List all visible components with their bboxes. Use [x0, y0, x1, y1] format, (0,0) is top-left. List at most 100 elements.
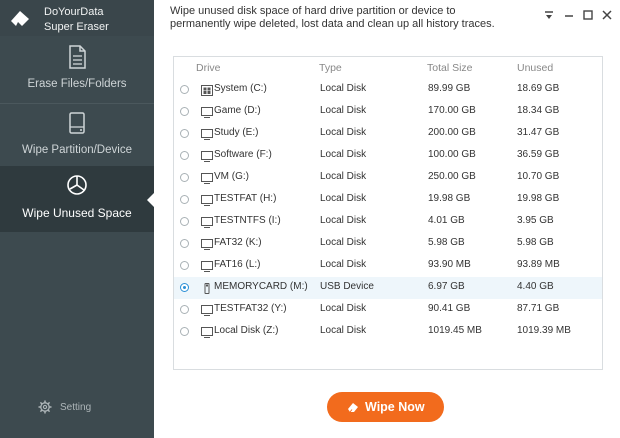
drive-name: FAT16 (L:): [214, 259, 261, 270]
app-name-line2: Super Eraser: [44, 21, 109, 33]
drive-total-size: 100.00 GB: [428, 149, 476, 160]
drive-total-size: 200.00 GB: [428, 127, 476, 138]
drive-name: MEMORYCARD (M:): [214, 281, 308, 292]
drive-unused-size: 10.70 GB: [517, 171, 560, 182]
drive-list-panel: Drive Type Total Size Unused System (C:)…: [173, 56, 603, 370]
drive-name: TESTFAT (H:): [214, 193, 277, 204]
drive-icon: [201, 107, 213, 118]
drive-total-size: 1019.45 MB: [428, 325, 482, 336]
drive-radio[interactable]: [180, 151, 189, 160]
setting-label: Setting: [60, 402, 92, 413]
table-row[interactable]: TESTFAT32 (Y:) Local Disk 90.41 GB 87.71 GB: [174, 299, 602, 321]
wipe-now-label: Wipe Now: [365, 400, 425, 414]
drive-radio[interactable]: [180, 283, 189, 292]
drive-name: TESTNTFS (I:): [214, 215, 281, 226]
drive-name: Game (D:): [214, 105, 261, 116]
drive-type: Local Disk: [320, 105, 367, 116]
page-description: Wipe unused disk space of hard drive par…: [170, 5, 495, 30]
table-row[interactable]: TESTNTFS (I:) Local Disk 4.01 GB 3.95 GB: [174, 211, 602, 233]
header-unused: Unused: [517, 62, 554, 74]
drive-name: Study (E:): [214, 127, 259, 138]
header-total-size: Total Size: [427, 62, 473, 74]
wipe-now-button[interactable]: Wipe Now: [327, 392, 444, 422]
drive-radio[interactable]: [180, 305, 189, 314]
drive-radio[interactable]: [180, 129, 189, 138]
drive-radio[interactable]: [180, 239, 189, 248]
drive-icon: [201, 261, 213, 272]
drive-icon: [201, 327, 213, 338]
drive-type: Local Disk: [320, 325, 367, 336]
table-row[interactable]: VM (G:) Local Disk 250.00 GB 10.70 GB: [174, 167, 602, 189]
drive-total-size: 89.99 GB: [428, 83, 471, 94]
drive-unused-size: 31.47 GB: [517, 127, 560, 138]
drive-total-size: 6.97 GB: [428, 281, 465, 292]
drive-radio[interactable]: [180, 261, 189, 270]
drive-name: TESTFAT32 (Y:): [214, 303, 287, 314]
drive-icon: [201, 305, 213, 316]
drive-radio[interactable]: [180, 85, 189, 94]
nav-wipe-unused-space[interactable]: Wipe Unused Space: [0, 166, 155, 232]
drive-icon: [201, 151, 213, 162]
table-row[interactable]: Game (D:) Local Disk 170.00 GB 18.34 GB: [174, 101, 602, 123]
drive-type: Local Disk: [320, 237, 367, 248]
app-name: DoYourData Super Eraser: [44, 5, 109, 35]
header-drive: Drive: [196, 62, 221, 74]
table-row[interactable]: FAT32 (K:) Local Disk 5.98 GB 5.98 GB: [174, 233, 602, 255]
drive-unused-size: 18.69 GB: [517, 83, 560, 94]
header-type: Type: [319, 62, 342, 74]
close-icon[interactable]: [600, 8, 614, 22]
system-drive-icon: [201, 85, 213, 96]
dropdown-menu-icon[interactable]: [542, 8, 556, 22]
drive-total-size: 250.00 GB: [428, 171, 476, 182]
drive-total-size: 19.98 GB: [428, 193, 471, 204]
minimize-icon[interactable]: [562, 8, 576, 22]
gear-icon: [38, 400, 52, 414]
table-row[interactable]: System (C:) Local Disk 89.99 GB 18.69 GB: [174, 79, 602, 101]
hard-drive-icon: [69, 112, 85, 134]
drive-name: Local Disk (Z:): [214, 325, 279, 336]
app-name-line1: DoYourData: [44, 6, 104, 18]
drive-radio[interactable]: [180, 195, 189, 204]
drive-icon: [201, 239, 213, 250]
table-row[interactable]: MEMORYCARD (M:) USB Device 6.97 GB 4.40 GB: [174, 277, 602, 299]
drive-total-size: 170.00 GB: [428, 105, 476, 116]
nav-erase-files-label: Erase Files/Folders: [27, 78, 127, 90]
drive-unused-size: 93.89 MB: [517, 259, 560, 270]
drive-type: Local Disk: [320, 259, 367, 270]
table-row[interactable]: TESTFAT (H:) Local Disk 19.98 GB 19.98 GB: [174, 189, 602, 211]
drive-name: Software (F:): [214, 149, 272, 160]
drive-type: Local Disk: [320, 127, 367, 138]
eraser-icon: [348, 403, 358, 413]
drive-radio[interactable]: [180, 107, 189, 116]
table-row[interactable]: Local Disk (Z:) Local Disk 1019.45 MB 1019.…: [174, 321, 602, 343]
table-row[interactable]: Software (F:) Local Disk 100.00 GB 36.59 GB: [174, 145, 602, 167]
table-header: Drive Type Total Size Unused: [174, 57, 602, 79]
drive-type: Local Disk: [320, 193, 367, 204]
drive-unused-size: 18.34 GB: [517, 105, 560, 116]
drive-type: Local Disk: [320, 215, 367, 226]
drive-radio[interactable]: [180, 217, 189, 226]
nav-erase-files[interactable]: Erase Files/Folders: [0, 38, 154, 104]
drive-name: VM (G:): [214, 171, 249, 182]
drive-radio[interactable]: [180, 327, 189, 336]
drive-radio[interactable]: [180, 173, 189, 182]
table-row[interactable]: Study (E:) Local Disk 200.00 GB 31.47 GB: [174, 123, 602, 145]
drive-unused-size: 87.71 GB: [517, 303, 560, 314]
nav-wipe-partition-label: Wipe Partition/Device: [22, 144, 132, 156]
table-row[interactable]: FAT16 (L:) Local Disk 93.90 MB 93.89 MB: [174, 255, 602, 277]
drive-icon: [201, 217, 213, 228]
drive-unused-size: 5.98 GB: [517, 237, 554, 248]
drive-type: Local Disk: [320, 303, 367, 314]
drive-type: USB Device: [320, 281, 374, 292]
drive-name: System (C:): [214, 83, 267, 94]
drive-icon: [201, 195, 213, 206]
drive-total-size: 5.98 GB: [428, 237, 465, 248]
document-icon: [69, 45, 86, 69]
maximize-icon[interactable]: [581, 8, 595, 22]
drive-unused-size: 3.95 GB: [517, 215, 554, 226]
sidebar: DoYourData Super Eraser Erase Files/Fold…: [0, 0, 155, 438]
drive-type: Local Disk: [320, 149, 367, 160]
drive-type: Local Disk: [320, 171, 367, 182]
nav-wipe-partition[interactable]: Wipe Partition/Device: [0, 104, 154, 170]
drive-unused-size: 4.40 GB: [517, 281, 554, 292]
